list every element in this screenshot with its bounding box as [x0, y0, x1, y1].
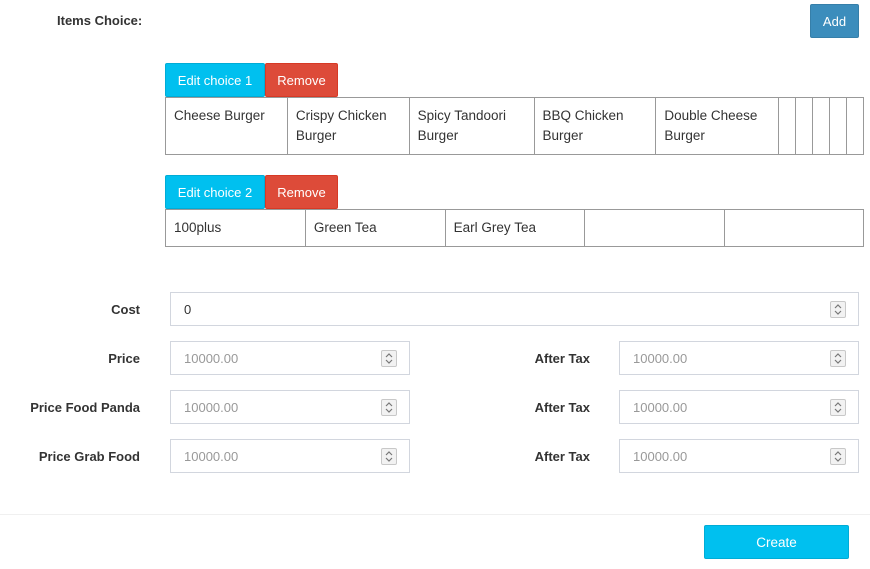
price-after-tax-label: After Tax: [534, 351, 590, 366]
choice-2-item: 100plus: [165, 209, 306, 247]
spinner-icon[interactable]: [381, 448, 397, 465]
choice-2-item: Green Tea: [304, 209, 446, 247]
cost-input[interactable]: 0: [170, 292, 859, 326]
price-placeholder: 10000.00: [184, 350, 239, 366]
choice-1-table: Cheese Burger Crispy Chicken Burger Spic…: [165, 97, 864, 155]
choice-1-item: [829, 97, 847, 155]
price-food-panda-placeholder: 10000.00: [184, 399, 239, 415]
table-row: Cheese Burger Crispy Chicken Burger Spic…: [165, 97, 864, 155]
spinner-icon[interactable]: [830, 301, 846, 318]
spinner-icon[interactable]: [830, 350, 846, 367]
grab-food-after-tax-input[interactable]: 10000.00: [619, 439, 859, 473]
choice-1-item: [846, 97, 864, 155]
price-label: Price: [108, 351, 140, 366]
spinner-icon[interactable]: [830, 399, 846, 416]
choice-2-item: [724, 209, 864, 247]
grab-food-after-tax-placeholder: 10000.00: [633, 448, 688, 464]
choice-1-item: Spicy Tandoori Burger: [408, 97, 535, 155]
choice-1-item: Double Cheese Burger: [655, 97, 780, 155]
edit-choice-2-button[interactable]: Edit choice 2: [165, 175, 265, 209]
footer-divider: [0, 514, 870, 515]
price-grab-food-label: Price Grab Food: [38, 449, 140, 464]
price-input[interactable]: 10000.00: [170, 341, 410, 375]
create-button[interactable]: Create: [704, 525, 849, 559]
choice-2-item: Earl Grey Tea: [444, 209, 586, 247]
cost-value: 0: [184, 301, 192, 317]
spinner-icon[interactable]: [381, 399, 397, 416]
price-food-panda-label: Price Food Panda: [30, 400, 140, 415]
cost-label: Cost: [111, 302, 140, 317]
table-row: 100plus Green Tea Earl Grey Tea: [165, 209, 864, 247]
choice-1-item: [778, 97, 797, 155]
choice-1-item: Crispy Chicken Burger: [286, 97, 410, 155]
remove-choice-2-button[interactable]: Remove: [265, 175, 338, 209]
choice-1-item: [812, 97, 831, 155]
remove-choice-1-button[interactable]: Remove: [265, 63, 338, 97]
food-panda-after-tax-label: After Tax: [534, 400, 590, 415]
price-after-tax-input[interactable]: 10000.00: [619, 341, 859, 375]
choice-1-item: Cheese Burger: [165, 97, 288, 155]
spinner-icon[interactable]: [381, 350, 397, 367]
choice-1-item: BBQ Chicken Burger: [533, 97, 657, 155]
price-grab-food-placeholder: 10000.00: [184, 448, 239, 464]
choice-2-item: [584, 209, 726, 247]
items-choice-label: Items Choice:: [57, 13, 143, 28]
price-after-tax-placeholder: 10000.00: [633, 350, 688, 366]
spinner-icon[interactable]: [830, 448, 846, 465]
price-grab-food-input[interactable]: 10000.00: [170, 439, 410, 473]
price-food-panda-input[interactable]: 10000.00: [170, 390, 410, 424]
food-panda-after-tax-input[interactable]: 10000.00: [619, 390, 859, 424]
add-choice-button[interactable]: Add: [810, 4, 859, 38]
edit-choice-1-button[interactable]: Edit choice 1: [165, 63, 265, 97]
food-panda-after-tax-placeholder: 10000.00: [633, 399, 688, 415]
choice-2-table: 100plus Green Tea Earl Grey Tea: [165, 209, 864, 247]
grab-food-after-tax-label: After Tax: [534, 449, 590, 464]
choice-1-item: [795, 97, 814, 155]
